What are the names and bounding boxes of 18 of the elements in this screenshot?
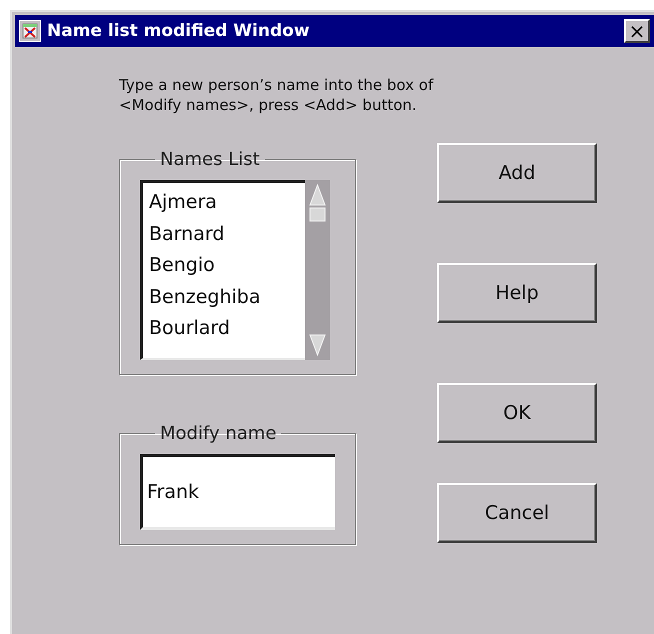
app-icon xyxy=(19,20,41,42)
list-item[interactable]: Bourlard xyxy=(149,313,299,344)
dialog-button[interactable]: Cancel xyxy=(437,483,597,543)
close-button[interactable]: × xyxy=(624,19,650,43)
list-item[interactable]: Bengio xyxy=(149,250,299,282)
list-item[interactable]: Ajmera xyxy=(149,187,299,218)
group-label: Names List xyxy=(159,149,261,170)
instruction-text: Type a new person’s name into the box of <Modify names>, press <Add> button. xyxy=(119,75,434,115)
dialog-button[interactable]: OK xyxy=(437,383,597,443)
dialog-button[interactable]: Add xyxy=(437,143,597,203)
list-item[interactable]: Barnard xyxy=(149,218,299,250)
name-input-field[interactable]: Frank xyxy=(140,454,335,530)
scrollbar[interactable] xyxy=(305,180,330,360)
dialog-button[interactable]: Help xyxy=(437,263,597,323)
names-listbox[interactable]: Ajmera Barnard Bengio Benzeghiba Bourlard xyxy=(140,180,305,360)
window-title: Name list modified Window xyxy=(47,21,311,41)
group-label: Modify name xyxy=(159,423,278,444)
list-item[interactable]: Benzeghiba xyxy=(149,282,299,313)
